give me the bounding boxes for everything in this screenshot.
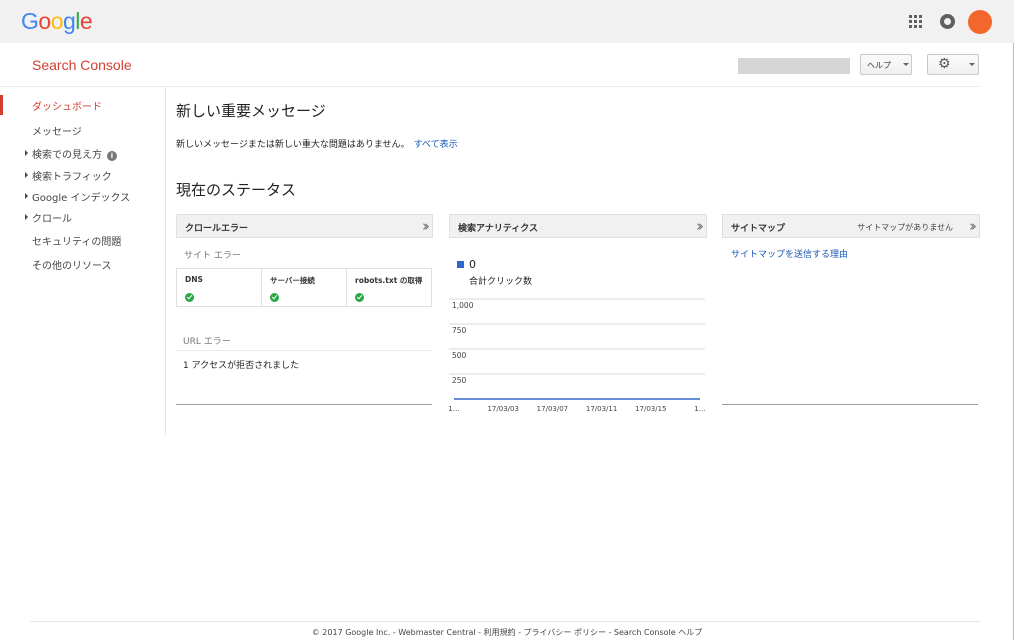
site-selector[interactable] [738,58,850,74]
check-circle-icon [185,293,194,302]
x-tick-label: 17/03/15 [635,405,666,413]
sidebar-item-label: クロール [32,214,72,225]
access-denied-row[interactable]: 1 アクセスが拒否されました [183,358,299,371]
view-all-link[interactable]: すべて表示 [414,140,458,150]
dns-label: DNS [185,275,203,284]
messages-text-line: 新しいメッセージまたは新しい重大な問題はありません。 すべて表示 [176,137,458,150]
y-tick-label: 1,000 [452,301,474,310]
sidebar-item-dashboard[interactable]: ダッシュボード [32,98,102,113]
sidebar-item-other-resources[interactable]: その他のリソース [32,257,112,272]
logo-letter: G [21,8,39,34]
settings-button[interactable]: ⚙ [927,54,979,75]
apps-grid-icon[interactable] [909,15,922,28]
site-errors-table: DNS サーバー接続 robots.txt の取得 [176,268,432,307]
dns-cell[interactable]: DNS [177,269,262,306]
url-errors-divider [176,350,432,351]
active-indicator [0,95,3,115]
y-tick-label: 500 [452,351,467,360]
logo-letter: g [62,8,76,34]
expand-arrow-icon [25,150,28,156]
robots-fetch-cell[interactable]: robots.txt の取得 [347,269,431,306]
site-errors-label: サイト エラー [184,251,241,261]
crawl-errors-title: クロールエラー [185,224,249,234]
notifications-icon[interactable] [940,14,955,29]
sitemaps-header[interactable]: サイトマップ サイトマップがありません ›› [722,214,980,238]
help-button-label: ヘルプ [867,61,891,70]
sidebar-item-label: ダッシュボード [32,102,102,113]
sidebar: ダッシュボード メッセージ 検索での見え方 i 検索トラフィック Google イ… [0,87,166,435]
sidebar-item-google-index[interactable]: Google インデックス [25,189,131,204]
search-analytics-title: 検索アナリティクス [458,224,539,234]
total-clicks-value: 0 [469,258,476,271]
sidebar-item-crawl[interactable]: クロール [25,210,72,225]
expand-arrow-icon [25,172,28,178]
check-circle-icon [270,293,279,302]
check-circle-icon [355,293,364,302]
legend-swatch [457,261,464,268]
x-tick-label: 1… [449,405,460,413]
sidebar-item-search-traffic[interactable]: 検索トラフィック [25,168,112,183]
footer-links[interactable]: © 2017 Google Inc. - Webmaster Central -… [0,627,1014,638]
messages-text: 新しいメッセージまたは新しい重大な問題はありません。 [176,140,410,150]
sidebar-item-label: 検索での見え方 [32,150,102,161]
sidebar-item-label: セキュリティの問題 [32,237,122,248]
server-connection-label: サーバー接続 [270,276,315,285]
logo-letter: e [79,8,93,34]
browser-frame: Google Search Console ヘルプ ⚙ ダッシュボード メッセー… [0,0,1014,640]
help-button[interactable]: ヘルプ [860,54,912,75]
sitemaps-title: サイトマップ [731,224,786,234]
sitemaps-note: サイトマップがありません [857,223,953,232]
search-console-brand[interactable]: Search Console [32,57,132,73]
server-connection-cell[interactable]: サーバー接続 [262,269,347,306]
double-chevron-right-icon[interactable]: ›› [422,216,430,236]
crawl-errors-header[interactable]: クロールエラー ›› [176,214,433,238]
logo-letter: o [50,8,64,34]
logo-letter: o [38,8,51,34]
sidebar-item-messages[interactable]: メッセージ [32,123,82,138]
y-tick-label: 750 [452,326,467,335]
google-bar: Google [0,0,1014,43]
info-icon[interactable]: i [107,151,117,161]
sidebar-item-label: Google インデックス [32,193,131,204]
total-clicks-label: 合計クリック数 [469,277,533,287]
double-chevron-right-icon[interactable]: ›› [696,216,704,236]
chevron-down-icon [969,63,975,66]
submit-sitemap-reason-link[interactable]: サイトマップを送信する理由 [731,247,848,260]
x-tick-label: 17/03/11 [586,405,617,413]
crawl-card-bottom-rule [176,404,432,405]
expand-arrow-icon [25,214,28,220]
google-logo[interactable]: Google [21,8,93,35]
sidebar-item-label: その他のリソース [32,261,112,272]
sidebar-item-security-issues[interactable]: セキュリティの問題 [32,233,121,248]
gear-icon: ⚙ [938,56,951,72]
expand-arrow-icon [25,193,28,199]
sidebar-item-label: 検索トラフィック [32,172,112,183]
sidebar-item-search-appearance[interactable]: 検索での見え方 i [25,146,117,161]
chevron-down-icon [903,63,909,66]
status-title: 現在のステータス [176,181,297,199]
y-tick-label: 250 [452,376,467,385]
robots-fetch-label: robots.txt の取得 [355,276,423,285]
x-tick-label: 17/03/03 [487,405,518,413]
messages-title: 新しい重要メッセージ [176,102,326,120]
url-errors-label: URL エラー [183,337,231,347]
search-analytics-chart: 1,000 750 500 250 1… 17/03/03 17/03/07 17/03/11… [449,298,706,413]
x-tick-label: 17/03/07 [537,405,568,413]
x-tick-label: 1… [694,405,705,413]
search-analytics-header[interactable]: 検索アナリティクス ›› [449,214,707,238]
avatar[interactable] [968,10,992,34]
sitemaps-card-bottom-rule [722,404,978,405]
sidebar-item-label: メッセージ [32,127,82,138]
footer-divider [30,621,980,622]
double-chevron-right-icon[interactable]: ›› [969,216,977,236]
